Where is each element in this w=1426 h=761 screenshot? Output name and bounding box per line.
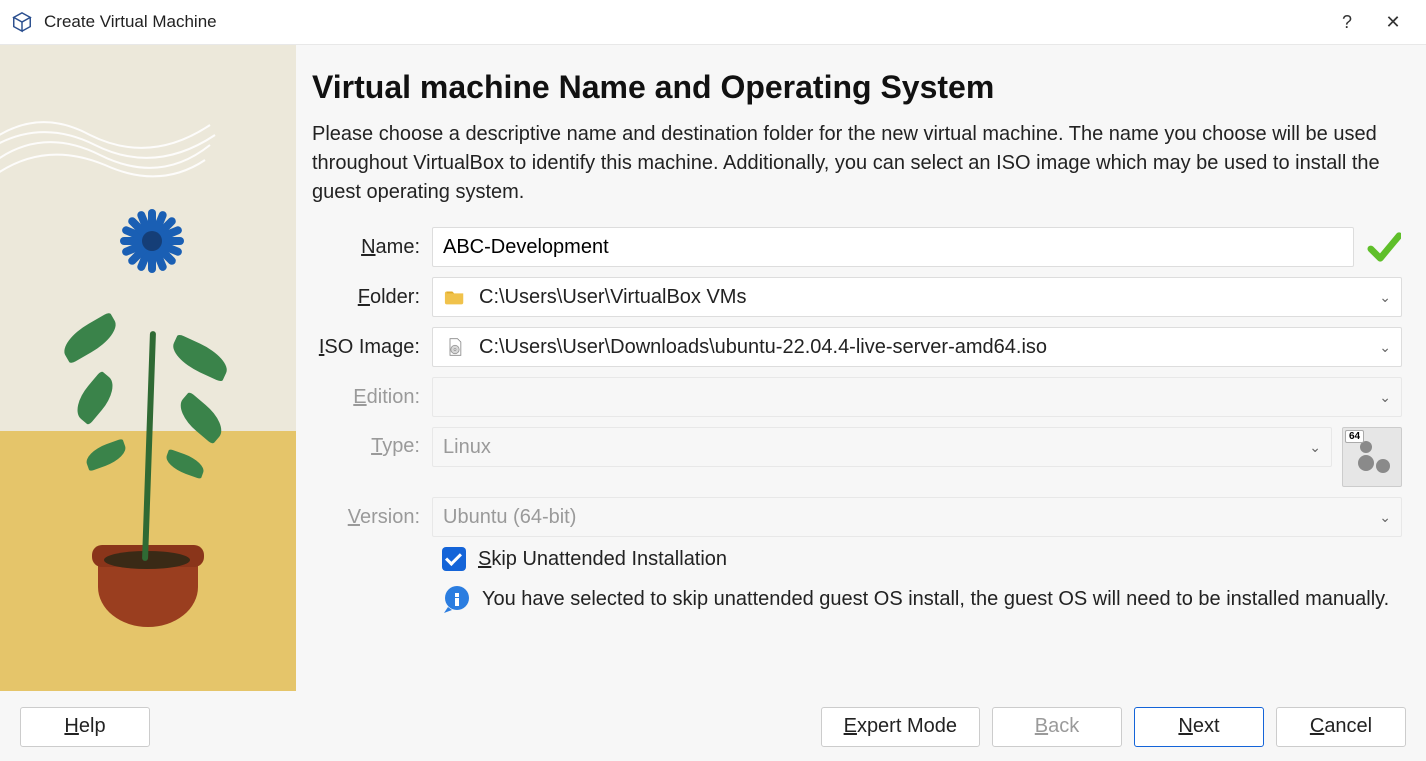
next-button[interactable]: Next [1134,707,1264,747]
chevron-down-icon: ⌄ [1301,439,1321,456]
os-bits-badge: 64 [1342,427,1402,487]
title-bar: Create Virtual Machine ? ✕ [0,0,1426,44]
expert-mode-button[interactable]: Expert Mode [821,707,980,747]
valid-checkmark-icon [1366,229,1402,265]
row-edition: Edition: ⌄ [312,377,1402,417]
window-title: Create Virtual Machine [44,12,217,32]
type-value: Linux [443,436,491,459]
info-text: You have selected to skip unattended gue… [482,585,1389,614]
help-button-footer[interactable]: Help [20,707,150,747]
name-input[interactable] [443,236,1343,259]
page-title: Virtual machine Name and Operating Syste… [312,69,1402,106]
wizard-content: Virtual machine Name and Operating Syste… [296,45,1426,691]
info-icon [442,585,472,615]
row-iso: ISO Image: C:\Users\User\Downloads\ubunt… [312,327,1402,367]
back-button: Back [992,707,1122,747]
iso-value: C:\Users\User\Downloads\ubuntu-22.04.4-l… [479,336,1047,359]
type-dropdown: Linux ⌄ [432,427,1332,467]
label-iso: ISO Image: [312,336,432,359]
chevron-down-icon: ⌄ [1371,339,1391,356]
row-version: Version: Ubuntu (64-bit) ⌄ [312,497,1402,537]
cancel-button[interactable]: Cancel [1276,707,1406,747]
page-description: Please choose a descriptive name and des… [312,120,1392,207]
disc-file-icon [443,335,467,359]
wizard-sidebar-illustration [0,45,296,691]
virtualbox-cube-icon [10,10,34,34]
row-name: Name: [312,227,1402,267]
label-folder: Folder: [312,286,432,309]
row-folder: Folder: C:\Users\User\VirtualBox VMs ⌄ [312,277,1402,317]
version-value: Ubuntu (64-bit) [443,506,576,529]
label-edition: Edition: [312,386,432,409]
chevron-down-icon: ⌄ [1371,509,1391,526]
skip-unattended-checkbox[interactable] [442,547,466,571]
label-name: Name: [312,236,432,259]
folder-dropdown[interactable]: C:\Users\User\VirtualBox VMs ⌄ [432,277,1402,317]
wizard-body: Virtual machine Name and Operating Syste… [0,44,1426,691]
label-type: Type: [312,427,432,458]
label-version: Version: [312,506,432,529]
folder-icon [443,285,467,309]
info-note: You have selected to skip unattended gue… [442,585,1402,615]
name-input-wrapper [432,227,1354,267]
chevron-down-icon: ⌄ [1371,389,1391,406]
folder-value: C:\Users\User\VirtualBox VMs [479,286,746,309]
os-bits-text: 64 [1345,430,1364,443]
skip-unattended-label[interactable]: Skip Unattended Installation [478,548,727,571]
edition-dropdown: ⌄ [432,377,1402,417]
close-button[interactable]: ✕ [1370,0,1416,44]
version-dropdown: Ubuntu (64-bit) ⌄ [432,497,1402,537]
chevron-down-icon: ⌄ [1371,289,1391,306]
iso-dropdown[interactable]: C:\Users\User\Downloads\ubuntu-22.04.4-l… [432,327,1402,367]
row-skip-unattended: Skip Unattended Installation [442,547,1402,571]
row-type: Type: Linux ⌄ 64 [312,427,1402,487]
wizard-footer: Help Expert Mode Back Next Cancel [0,691,1426,761]
help-button[interactable]: ? [1324,0,1370,44]
